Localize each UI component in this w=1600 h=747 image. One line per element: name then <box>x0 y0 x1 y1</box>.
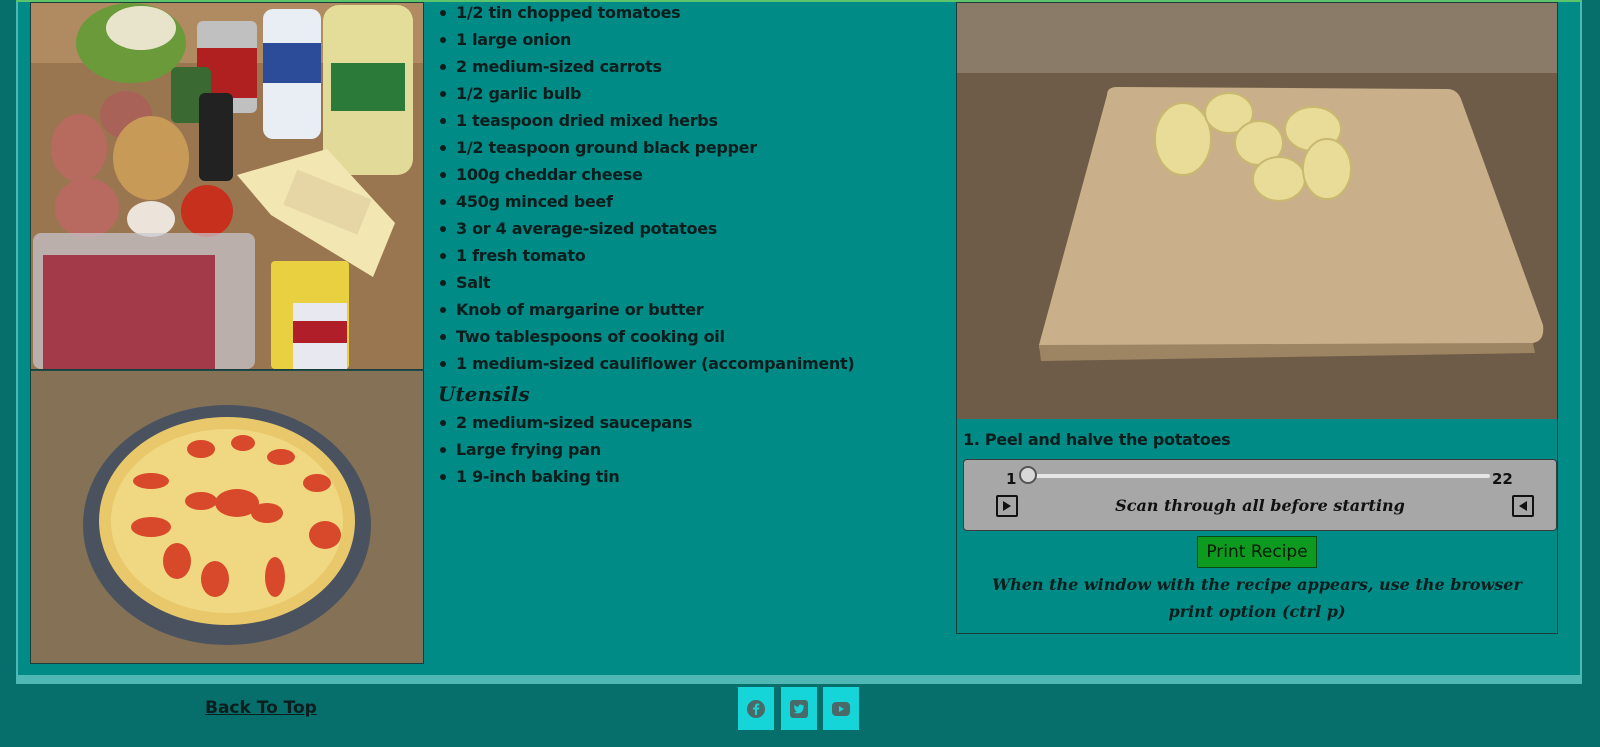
photo-column <box>30 2 424 664</box>
ingredient-item: 1 teaspoon dried mixed herbs <box>440 108 938 135</box>
back-to-top-link[interactable]: Back To Top <box>205 698 317 718</box>
ingredients-photo <box>31 3 423 370</box>
previous-step-button[interactable] <box>1512 495 1534 517</box>
twitter-button[interactable] <box>781 687 817 730</box>
facebook-icon <box>747 699 765 718</box>
utensils-list: 2 medium-sized saucepans Large frying pa… <box>438 410 938 491</box>
utensil-item: Large frying pan <box>440 437 938 464</box>
utensil-item: 2 medium-sized saucepans <box>440 410 938 437</box>
finished-dish-photo <box>31 371 423 663</box>
footer: Back To Top <box>0 684 1600 747</box>
step-slider-track[interactable] <box>1030 474 1490 478</box>
facebook-button[interactable] <box>738 687 774 730</box>
print-note: When the window with the recipe appears,… <box>992 575 1522 621</box>
ingredient-item: 1/2 tin chopped tomatoes <box>440 0 938 27</box>
step-photo <box>957 3 1557 419</box>
ingredient-item: 1 medium-sized cauliflower (accompanimen… <box>440 351 938 378</box>
step-slider-thumb[interactable] <box>1019 466 1037 484</box>
ingredient-item: 1/2 garlic bulb <box>440 81 938 108</box>
twitter-icon <box>790 699 808 718</box>
scan-note: Scan through all before starting <box>1115 496 1405 515</box>
ingredient-item: 450g minced beef <box>440 189 938 216</box>
utensils-heading: Utensils <box>438 382 530 406</box>
youtube-button[interactable] <box>823 687 859 730</box>
ingredient-item: 1/2 teaspoon ground black pepper <box>440 135 938 162</box>
method-step-panel: 1. Peel and halve the potatoes 1 22 Scan… <box>956 2 1558 634</box>
play-left-icon <box>1519 501 1527 511</box>
ingredient-item: Knob of margarine or butter <box>440 297 938 324</box>
utensil-item: 1 9-inch baking tin <box>440 464 938 491</box>
ingredient-item: 3 or 4 average-sized potatoes <box>440 216 938 243</box>
slider-max-label: 22 <box>1492 470 1513 488</box>
ingredient-item: 100g cheddar cheese <box>440 162 938 189</box>
youtube-icon <box>832 701 850 716</box>
ingredient-item: 1 fresh tomato <box>440 243 938 270</box>
ingredient-item: Two tablespoons of cooking oil <box>440 324 938 351</box>
ingredients-list: 1/2 tin chopped tomatoes 1 large onion 2… <box>438 0 938 378</box>
print-recipe-button[interactable]: Print Recipe <box>1197 536 1317 568</box>
ingredient-item: 1 large onion <box>440 27 938 54</box>
step-slider-panel: 1 22 Scan through all before starting <box>963 459 1557 531</box>
ingredient-item: Salt <box>440 270 938 297</box>
slider-min-label: 1 <box>1006 470 1017 488</box>
ingredients-section: 1/2 tin chopped tomatoes 1 large onion 2… <box>438 0 938 491</box>
ingredient-item: 2 medium-sized carrots <box>440 54 938 81</box>
step-caption: 1. Peel and halve the potatoes <box>963 430 1231 449</box>
